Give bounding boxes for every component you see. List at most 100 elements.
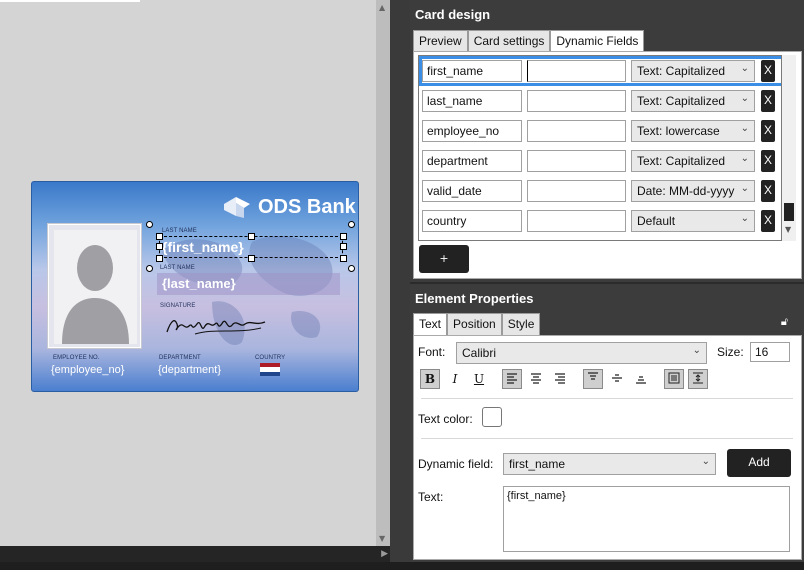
- remove-field-button[interactable]: X: [761, 180, 775, 202]
- format-value: Text: Capitalized: [637, 154, 726, 168]
- field-format-select[interactable]: Default ⌄: [631, 210, 755, 232]
- align-left-icon[interactable]: [502, 369, 522, 389]
- tab-card-settings[interactable]: Card settings: [467, 30, 551, 52]
- italic-button[interactable]: I: [445, 369, 465, 389]
- scroll-thumb[interactable]: [784, 203, 794, 221]
- align-middle-icon[interactable]: [607, 369, 627, 389]
- field-name-input[interactable]: first_name: [422, 60, 522, 82]
- field-name-input[interactable]: department: [422, 150, 522, 172]
- field-name-input[interactable]: valid_date: [422, 180, 522, 202]
- field-row[interactable]: employee_no Text: lowercase ⌄ X: [419, 116, 781, 146]
- field-format-select[interactable]: Text: lowercase ⌄: [631, 120, 755, 142]
- tab-style[interactable]: Style: [501, 313, 541, 335]
- tab-text[interactable]: Text: [413, 313, 448, 337]
- field-row[interactable]: valid_date Date: MM-dd-yyyy ⌄ X: [419, 176, 781, 206]
- tab-preview[interactable]: Preview: [413, 30, 468, 52]
- field-name-input[interactable]: country: [422, 210, 522, 232]
- element-properties-tabs: Text Position Style: [413, 313, 541, 337]
- field-name-input[interactable]: last_name: [422, 90, 522, 112]
- resize-handle[interactable]: [340, 243, 347, 250]
- format-value: Text: Capitalized: [637, 64, 726, 78]
- rotate-handle[interactable]: [348, 221, 355, 228]
- canvas-vertical-scrollbar[interactable]: ▲ ▼: [376, 0, 390, 546]
- employee-no-field[interactable]: {employee_no}: [51, 364, 124, 376]
- field-row[interactable]: first_name Text: Capitalized ⌄ X: [419, 56, 781, 86]
- id-card[interactable]: ODS Bank LAST NAME {first_name} LAST NAM…: [31, 181, 359, 392]
- field-value-input[interactable]: [527, 120, 626, 142]
- chevron-down-icon: ⌄: [740, 93, 749, 104]
- last-name-field[interactable]: {last_name}: [162, 276, 236, 291]
- remove-field-button[interactable]: X: [761, 60, 775, 82]
- department-field[interactable]: {department}: [158, 364, 221, 376]
- first-name-field[interactable]: {first_name}: [162, 239, 244, 255]
- field-value-input[interactable]: [527, 180, 626, 202]
- dynamic-field-select[interactable]: first_name ⌄: [503, 453, 716, 475]
- country-caption: COUNTRY: [255, 355, 286, 361]
- field-format-select[interactable]: Text: Capitalized ⌄: [631, 60, 755, 82]
- remove-field-button[interactable]: X: [761, 210, 775, 232]
- add-field-button[interactable]: +: [419, 245, 469, 273]
- field-row[interactable]: last_name Text: Capitalized ⌄ X: [419, 86, 781, 116]
- align-bottom-icon[interactable]: [631, 369, 651, 389]
- first-name-caption: LAST NAME: [162, 228, 197, 234]
- text-content-textarea[interactable]: {first_name}: [503, 486, 790, 552]
- remove-field-button[interactable]: X: [761, 150, 775, 172]
- scroll-down-icon[interactable]: ▼: [785, 225, 791, 234]
- dynamic-fields-body: first_name Text: Capitalized ⌄ X last_nam…: [413, 51, 802, 279]
- panel-splitter[interactable]: [390, 0, 410, 562]
- signature-image[interactable]: [165, 314, 275, 338]
- field-format-select[interactable]: Date: MM-dd-yyyy ⌄: [631, 180, 755, 202]
- rotate-handle[interactable]: [146, 265, 153, 272]
- canvas-horizontal-scrollbar[interactable]: ▶: [0, 546, 390, 562]
- field-row[interactable]: department Text: Capitalized ⌄ X: [419, 146, 781, 176]
- size-input[interactable]: 16: [750, 342, 790, 362]
- font-label: Font:: [418, 345, 446, 359]
- resize-handle[interactable]: [248, 255, 255, 262]
- remove-field-button[interactable]: X: [761, 120, 775, 142]
- align-top-icon[interactable]: [583, 369, 603, 389]
- field-format-select[interactable]: Text: Capitalized ⌄: [631, 90, 755, 112]
- field-value-input[interactable]: [527, 60, 626, 82]
- photo-placeholder[interactable]: [47, 223, 142, 349]
- bank-logo[interactable]: ODS Bank: [222, 192, 356, 222]
- rotate-handle[interactable]: [146, 221, 153, 228]
- remove-field-button[interactable]: X: [761, 90, 775, 112]
- chevron-down-icon: ⌄: [701, 456, 710, 467]
- resize-handle[interactable]: [156, 255, 163, 262]
- field-format-select[interactable]: Text: Capitalized ⌄: [631, 150, 755, 172]
- scroll-right-icon[interactable]: ▶: [381, 549, 388, 559]
- underline-button[interactable]: U: [469, 369, 489, 389]
- resize-handle[interactable]: [340, 233, 347, 240]
- text-label: Text:: [418, 490, 444, 504]
- chevron-down-icon: ⌄: [692, 345, 701, 356]
- autosize-icon[interactable]: [688, 369, 708, 389]
- unlock-icon[interactable]: 🔓︎: [781, 315, 788, 329]
- field-value-input[interactable]: [527, 150, 626, 172]
- add-dynamic-field-button[interactable]: Add: [727, 449, 791, 477]
- bold-button[interactable]: B: [420, 369, 440, 389]
- align-center-icon[interactable]: [526, 369, 546, 389]
- resize-handle[interactable]: [248, 233, 255, 240]
- text-color-swatch[interactable]: [482, 407, 502, 427]
- canvas-top-edge: [0, 0, 140, 2]
- field-name-input[interactable]: employee_no: [422, 120, 522, 142]
- country-flag[interactable]: [260, 363, 280, 376]
- format-value: Text: lowercase: [637, 124, 720, 138]
- fit-text-icon[interactable]: [664, 369, 684, 389]
- resize-handle[interactable]: [340, 255, 347, 262]
- font-select[interactable]: Calibri ⌄: [456, 342, 707, 364]
- scroll-down-icon[interactable]: ▼: [379, 534, 385, 543]
- align-right-icon[interactable]: [550, 369, 570, 389]
- format-value: Text: Capitalized: [637, 94, 726, 108]
- tab-position[interactable]: Position: [447, 313, 502, 335]
- field-value-input[interactable]: [527, 90, 626, 112]
- resize-handle[interactable]: [156, 233, 163, 240]
- scroll-up-icon[interactable]: ▲: [379, 3, 385, 12]
- design-canvas[interactable]: ODS Bank LAST NAME {first_name} LAST NAM…: [0, 0, 390, 546]
- format-value: Default: [637, 214, 676, 228]
- fields-scrollbar[interactable]: ▼: [782, 55, 796, 241]
- field-value-input[interactable]: [527, 210, 626, 232]
- rotate-handle[interactable]: [348, 265, 355, 272]
- resize-handle[interactable]: [156, 243, 163, 250]
- field-row[interactable]: country Default ⌄ X: [419, 206, 781, 236]
